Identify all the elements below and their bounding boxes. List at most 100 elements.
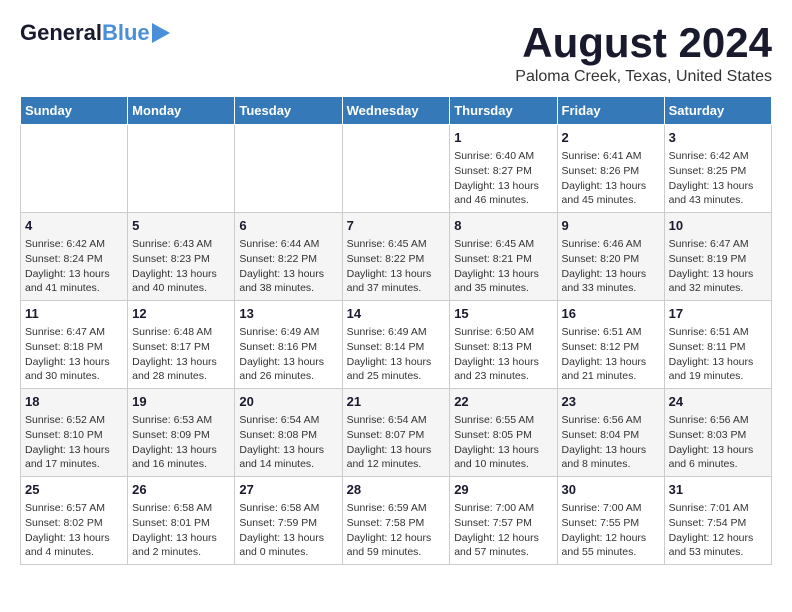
calendar-day-cell: 9Sunrise: 6:46 AM Sunset: 8:20 PM Daylig…: [557, 213, 664, 301]
day-info: Sunrise: 6:45 AM Sunset: 8:21 PM Dayligh…: [454, 237, 552, 296]
day-number: 13: [239, 305, 337, 323]
calendar-day-cell: 1Sunrise: 6:40 AM Sunset: 8:27 PM Daylig…: [450, 125, 557, 213]
day-info: Sunrise: 7:00 AM Sunset: 7:55 PM Dayligh…: [562, 501, 660, 560]
day-number: 25: [25, 481, 123, 499]
day-info: Sunrise: 6:42 AM Sunset: 8:24 PM Dayligh…: [25, 237, 123, 296]
day-number: 24: [669, 393, 767, 411]
calendar-week-row: 4 Sunrise: 6:42 AM Sunset: 8:24 PM Daylig…: [21, 213, 772, 301]
calendar-day-cell: 28 Sunrise: 6:59 AM Sunset: 7:58 PM Dayli…: [342, 476, 450, 564]
day-info: Sunrise: 6:50 AM Sunset: 8:13 PM Dayligh…: [454, 325, 552, 384]
day-info: Sunrise: 6:49 AM Sunset: 8:14 PM Dayligh…: [347, 325, 446, 384]
day-info: Sunrise: 6:53 AM Sunset: 8:09 PM Dayligh…: [132, 413, 230, 472]
calendar-header-row: SundayMondayTuesdayWednesdayThursdayFrid…: [21, 97, 772, 125]
calendar-week-row: 18Sunrise: 6:52 AM Sunset: 8:10 PM Dayli…: [21, 389, 772, 477]
calendar-day-cell: 30 Sunrise: 7:00 AM Sunset: 7:55 PM Dayli…: [557, 476, 664, 564]
day-info: Sunrise: 6:56 AM Sunset: 8:03 PM Dayligh…: [669, 413, 767, 472]
day-number: 15: [454, 305, 552, 323]
day-number: 7: [347, 217, 446, 235]
day-number: 29: [454, 481, 552, 499]
calendar-day-cell: [21, 125, 128, 213]
day-info: Sunrise: 6:51 AM Sunset: 8:11 PM Dayligh…: [669, 325, 767, 384]
weekday-header: Wednesday: [342, 97, 450, 125]
day-info: Sunrise: 6:54 AM Sunset: 8:07 PM Dayligh…: [347, 413, 446, 472]
subtitle: Paloma Creek, Texas, United States: [515, 68, 772, 86]
logo-arrow-icon: [152, 23, 170, 43]
calendar-day-cell: 22Sunrise: 6:55 AM Sunset: 8:05 PM Dayli…: [450, 389, 557, 477]
header: GeneralBlue August 2024 Paloma Creek, Te…: [20, 20, 772, 86]
day-number: 11: [25, 305, 123, 323]
day-number: 5: [132, 217, 230, 235]
day-number: 16: [562, 305, 660, 323]
day-info: Sunrise: 6:47 AM Sunset: 8:18 PM Dayligh…: [25, 325, 123, 384]
day-info: Sunrise: 6:51 AM Sunset: 8:12 PM Dayligh…: [562, 325, 660, 384]
day-info: Sunrise: 6:56 AM Sunset: 8:04 PM Dayligh…: [562, 413, 660, 472]
calendar-day-cell: 19 Sunrise: 6:53 AM Sunset: 8:09 PM Dayli…: [128, 389, 235, 477]
calendar-day-cell: 16 Sunrise: 6:51 AM Sunset: 8:12 PM Dayli…: [557, 301, 664, 389]
calendar-day-cell: 7Sunrise: 6:45 AM Sunset: 8:22 PM Daylig…: [342, 213, 450, 301]
day-number: 17: [669, 305, 767, 323]
calendar-week-row: 1Sunrise: 6:40 AM Sunset: 8:27 PM Daylig…: [21, 125, 772, 213]
calendar-day-cell: 31 Sunrise: 7:01 AM Sunset: 7:54 PM Dayli…: [664, 476, 771, 564]
calendar-day-cell: 13 Sunrise: 6:49 AM Sunset: 8:16 PM Dayli…: [235, 301, 342, 389]
day-number: 26: [132, 481, 230, 499]
weekday-header: Tuesday: [235, 97, 342, 125]
calendar-day-cell: [342, 125, 450, 213]
logo-text: GeneralBlue: [20, 20, 150, 46]
day-info: Sunrise: 6:58 AM Sunset: 8:01 PM Dayligh…: [132, 501, 230, 560]
day-info: Sunrise: 6:47 AM Sunset: 8:19 PM Dayligh…: [669, 237, 767, 296]
main-title: August 2024: [515, 20, 772, 66]
day-info: Sunrise: 6:41 AM Sunset: 8:26 PM Dayligh…: [562, 149, 660, 208]
calendar-week-row: 11 Sunrise: 6:47 AM Sunset: 8:18 PM Dayli…: [21, 301, 772, 389]
calendar-day-cell: 24 Sunrise: 6:56 AM Sunset: 8:03 PM Dayli…: [664, 389, 771, 477]
calendar-week-row: 25Sunrise: 6:57 AM Sunset: 8:02 PM Dayli…: [21, 476, 772, 564]
day-number: 19: [132, 393, 230, 411]
day-info: Sunrise: 6:43 AM Sunset: 8:23 PM Dayligh…: [132, 237, 230, 296]
calendar-day-cell: 15 Sunrise: 6:50 AM Sunset: 8:13 PM Dayli…: [450, 301, 557, 389]
day-number: 12: [132, 305, 230, 323]
weekday-header: Monday: [128, 97, 235, 125]
day-info: Sunrise: 6:44 AM Sunset: 8:22 PM Dayligh…: [239, 237, 337, 296]
day-number: 14: [347, 305, 446, 323]
calendar-day-cell: 18Sunrise: 6:52 AM Sunset: 8:10 PM Dayli…: [21, 389, 128, 477]
day-number: 18: [25, 393, 123, 411]
calendar-day-cell: 27Sunrise: 6:58 AM Sunset: 7:59 PM Dayli…: [235, 476, 342, 564]
day-number: 30: [562, 481, 660, 499]
calendar-day-cell: 12 Sunrise: 6:48 AM Sunset: 8:17 PM Dayli…: [128, 301, 235, 389]
day-info: Sunrise: 6:59 AM Sunset: 7:58 PM Dayligh…: [347, 501, 446, 560]
calendar-day-cell: 3 Sunrise: 6:42 AM Sunset: 8:25 PM Daylig…: [664, 125, 771, 213]
calendar-day-cell: [235, 125, 342, 213]
weekday-header: Sunday: [21, 97, 128, 125]
logo: GeneralBlue: [20, 20, 170, 46]
calendar-day-cell: [128, 125, 235, 213]
calendar-day-cell: 26 Sunrise: 6:58 AM Sunset: 8:01 PM Dayli…: [128, 476, 235, 564]
day-info: Sunrise: 6:54 AM Sunset: 8:08 PM Dayligh…: [239, 413, 337, 472]
calendar-day-cell: 8Sunrise: 6:45 AM Sunset: 8:21 PM Daylig…: [450, 213, 557, 301]
day-info: Sunrise: 6:48 AM Sunset: 8:17 PM Dayligh…: [132, 325, 230, 384]
day-info: Sunrise: 6:42 AM Sunset: 8:25 PM Dayligh…: [669, 149, 767, 208]
day-info: Sunrise: 6:46 AM Sunset: 8:20 PM Dayligh…: [562, 237, 660, 296]
day-number: 3: [669, 129, 767, 147]
day-number: 4: [25, 217, 123, 235]
calendar-day-cell: 2 Sunrise: 6:41 AM Sunset: 8:26 PM Daylig…: [557, 125, 664, 213]
calendar-day-cell: 4 Sunrise: 6:42 AM Sunset: 8:24 PM Daylig…: [21, 213, 128, 301]
calendar-day-cell: 25Sunrise: 6:57 AM Sunset: 8:02 PM Dayli…: [21, 476, 128, 564]
day-number: 28: [347, 481, 446, 499]
day-number: 6: [239, 217, 337, 235]
day-number: 21: [347, 393, 446, 411]
day-info: Sunrise: 6:55 AM Sunset: 8:05 PM Dayligh…: [454, 413, 552, 472]
calendar-day-cell: 23Sunrise: 6:56 AM Sunset: 8:04 PM Dayli…: [557, 389, 664, 477]
calendar-day-cell: 10 Sunrise: 6:47 AM Sunset: 8:19 PM Dayli…: [664, 213, 771, 301]
day-number: 10: [669, 217, 767, 235]
day-number: 31: [669, 481, 767, 499]
calendar-day-cell: 29 Sunrise: 7:00 AM Sunset: 7:57 PM Dayli…: [450, 476, 557, 564]
weekday-header: Thursday: [450, 97, 557, 125]
day-info: Sunrise: 6:49 AM Sunset: 8:16 PM Dayligh…: [239, 325, 337, 384]
day-number: 27: [239, 481, 337, 499]
calendar-day-cell: 5 Sunrise: 6:43 AM Sunset: 8:23 PM Daylig…: [128, 213, 235, 301]
day-info: Sunrise: 7:00 AM Sunset: 7:57 PM Dayligh…: [454, 501, 552, 560]
day-info: Sunrise: 7:01 AM Sunset: 7:54 PM Dayligh…: [669, 501, 767, 560]
day-number: 2: [562, 129, 660, 147]
calendar-day-cell: 17 Sunrise: 6:51 AM Sunset: 8:11 PM Dayli…: [664, 301, 771, 389]
calendar-day-cell: 21 Sunrise: 6:54 AM Sunset: 8:07 PM Dayli…: [342, 389, 450, 477]
calendar-day-cell: 20Sunrise: 6:54 AM Sunset: 8:08 PM Dayli…: [235, 389, 342, 477]
